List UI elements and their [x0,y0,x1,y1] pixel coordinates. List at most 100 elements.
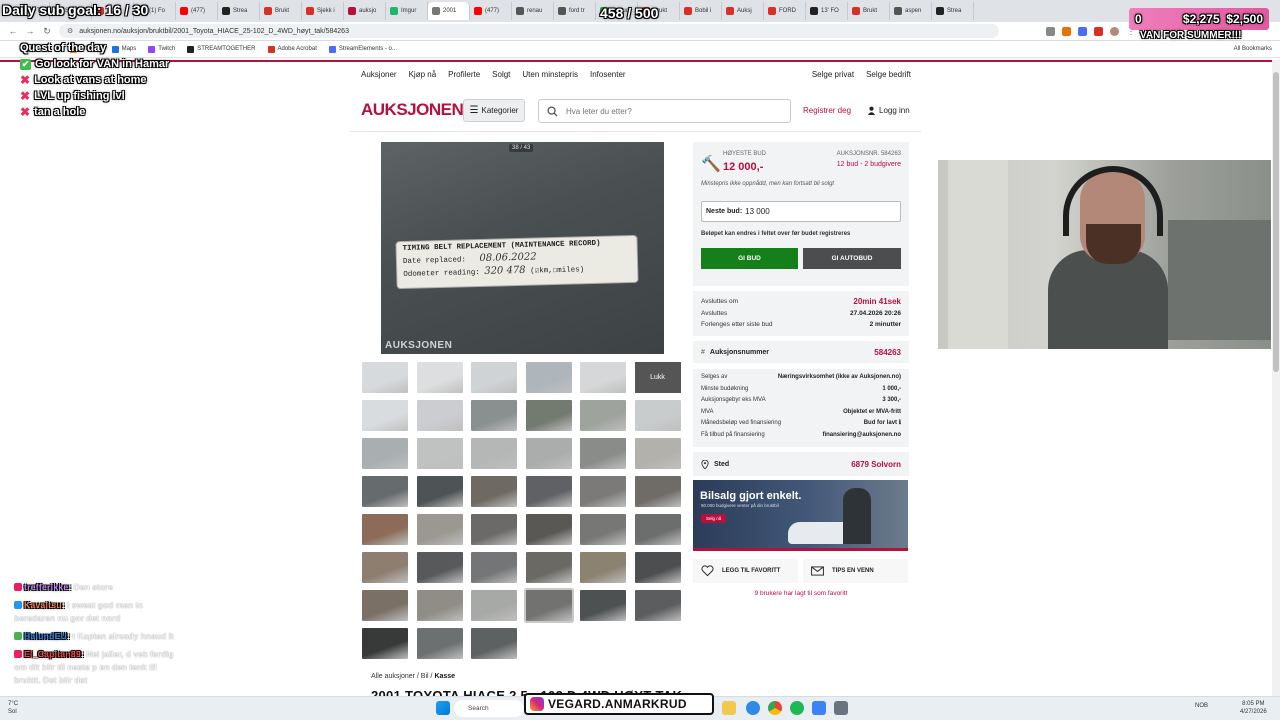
clock[interactable]: 8:05 PM 4/27/2026 [1240,700,1267,716]
back-icon[interactable]: ← [8,26,18,36]
gallery-thumbnail[interactable] [525,362,572,393]
gallery-thumbnail[interactable] [471,400,517,431]
gallery-thumbnail[interactable] [362,400,408,431]
gallery-thumbnail[interactable] [362,362,408,393]
search-box[interactable] [538,99,791,123]
place-bid-button[interactable]: GI BUD [701,248,798,269]
location-row[interactable]: Sted 6879 Solvorn [693,452,909,476]
reload-icon[interactable]: ↻ [42,26,52,37]
breadcrumb-current[interactable]: Kasse [434,673,455,680]
close-gallery-button[interactable]: Lukk [634,362,681,393]
nav-link[interactable]: Auksjoner [361,70,397,79]
bookmark-item[interactable]: STREAMTOGETHER [187,45,256,53]
gallery-thumbnail[interactable] [416,362,463,393]
file-explorer-icon[interactable] [722,701,736,715]
browser-tab[interactable]: aspen [890,2,932,20]
gallery-thumbnail[interactable] [525,552,572,583]
browser-tab[interactable]: 13' FO [806,2,848,20]
nav-link[interactable]: Uten minstepris [522,70,578,79]
edge-icon[interactable] [746,701,760,715]
extension-icon[interactable] [1062,26,1071,36]
gallery-thumbnail[interactable] [525,590,572,621]
browser-tab[interactable]: Brukt [848,2,890,20]
app-icon[interactable] [812,701,826,715]
nav-link[interactable]: Solgt [492,70,510,79]
nav-link[interactable]: Profilerte [448,70,480,79]
gallery-thumbnail[interactable] [471,590,517,621]
profile-avatar-icon[interactable] [1110,26,1119,36]
extension-icon[interactable] [1094,26,1103,36]
taskbar-search[interactable]: Search [454,700,524,717]
search-input[interactable] [566,106,766,116]
spotify-icon[interactable] [790,701,804,715]
breadcrumb-path[interactable]: Alle auksjoner / Bil / [371,673,432,680]
gallery-thumbnail[interactable] [471,476,517,507]
all-bookmarks[interactable]: All Bookmarks [1234,46,1272,52]
gallery-thumbnail[interactable] [580,438,626,469]
gallery-thumbnail[interactable] [471,552,517,583]
next-bid-field[interactable]: Neste bud: 13 000 [701,201,901,222]
ad-sell-button[interactable]: Selg nå [701,514,727,523]
browser-tab[interactable]: auksjo [344,2,386,20]
gallery-thumbnail[interactable] [525,514,572,545]
browser-tab[interactable]: Imgur [386,2,428,20]
browser-tab[interactable]: Strea [218,2,260,20]
gallery-thumbnail[interactable] [634,552,681,583]
browser-tab[interactable]: Brukt [260,2,302,20]
browser-tab[interactable]: FORD [764,2,806,20]
gallery-thumbnail[interactable] [525,476,572,507]
gallery-thumbnail[interactable] [634,590,681,621]
gallery-thumbnail[interactable] [362,438,408,469]
gallery-thumbnail[interactable] [634,514,681,545]
url-field[interactable]: ⚙ auksjonen.no/auksjon/bruktbil/2001_Toy… [59,24,999,38]
categories-button[interactable]: ☰ Kategorier [463,99,525,122]
bookmark-item[interactable]: StreamElements - o... [328,45,397,53]
gallery-thumbnail[interactable] [634,476,681,507]
gallery-thumbnail[interactable] [362,514,408,545]
login-link[interactable]: Logg inn [867,106,910,115]
gallery-thumbnail[interactable] [580,552,626,583]
gallery-thumbnail[interactable] [634,438,681,469]
tips-button[interactable]: TIPS EN VENN [803,559,908,583]
bids-summary[interactable]: 12 bud - 2 budgivere [837,161,901,168]
forward-icon[interactable]: → [25,26,35,36]
weather-widget[interactable]: 7°C Sol [8,700,18,716]
browser-tab[interactable]: 2001 [428,2,470,20]
gallery-thumbnail[interactable] [580,400,626,431]
next-bid-value[interactable]: 13 000 [745,207,769,216]
nav-link[interactable]: Selge bedrift [866,70,911,79]
extension-icon[interactable] [1046,26,1055,36]
language-indicator[interactable]: NOB [1195,703,1208,709]
browser-tab[interactable]: renau [512,2,554,20]
gallery-thumbnail[interactable] [416,514,463,545]
nav-link[interactable]: Selge privat [812,70,854,79]
gallery-thumbnail[interactable] [580,362,626,393]
gallery-thumbnail[interactable] [580,476,626,507]
gallery-thumbnail[interactable] [416,476,463,507]
extension-icon[interactable] [1078,26,1087,36]
nav-link[interactable]: Kjøp nå [409,70,437,79]
browser-tab[interactable]: (477) [470,2,512,20]
gallery-thumbnail[interactable] [471,514,517,545]
nav-link[interactable]: Infosenter [590,70,626,79]
detail-value[interactable]: finansiering@auksjonen.no [822,430,901,442]
gallery-thumbnail[interactable] [416,590,463,621]
gallery-thumbnail[interactable] [525,400,572,431]
gallery-thumbnail[interactable] [362,476,408,507]
favorite-button[interactable]: LEGG TIL FAVORITT [693,559,798,583]
site-info-icon[interactable]: ⚙ [67,27,73,35]
browser-tab[interactable]: Auksj [722,2,764,20]
gallery-thumbnail[interactable] [416,400,463,431]
browser-tab[interactable]: Bobil i [680,2,722,20]
gallery-thumbnail[interactable] [580,590,626,621]
windows-start-icon[interactable] [436,701,450,715]
gallery-thumbnail[interactable] [416,438,463,469]
bookmark-item[interactable]: Adobe Acrobat [267,45,317,53]
settings-icon[interactable] [834,701,848,715]
browser-tab[interactable]: Strea [932,2,974,20]
gallery-thumbnail[interactable] [471,438,517,469]
gallery-thumbnail[interactable] [525,438,572,469]
gallery-thumbnail[interactable] [362,590,408,621]
gallery-thumbnail[interactable] [634,400,681,431]
gallery-thumbnail[interactable] [362,552,408,583]
